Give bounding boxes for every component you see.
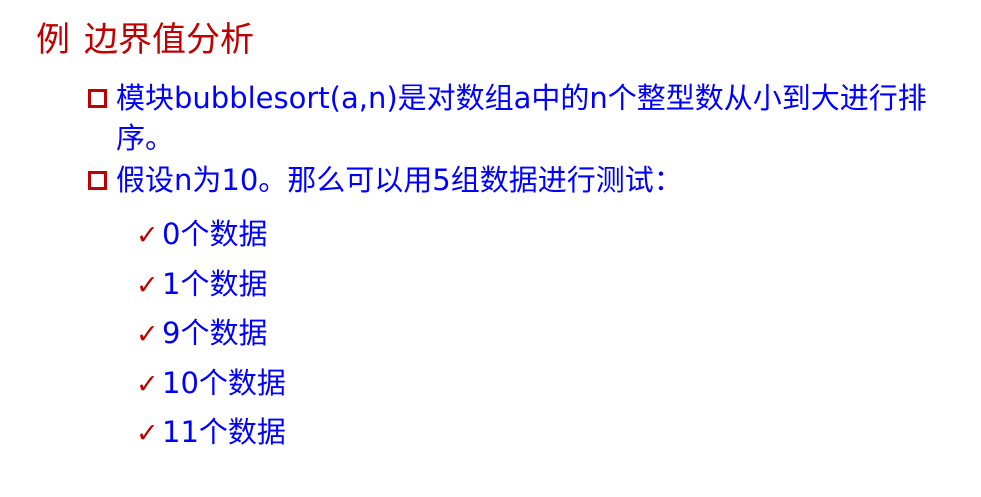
sub-bullet-text: 10个数据 xyxy=(162,365,286,400)
sub-bullet-text: 11个数据 xyxy=(162,415,286,449)
slide-title: 例边界值分析 xyxy=(36,18,254,62)
sub-bullet-text: 1个数据 xyxy=(162,266,268,301)
bullet-item: 假设n为10。那么可以用5组数据进行测试： xyxy=(86,160,966,200)
checkmark-icon: ✓ xyxy=(136,319,159,350)
title-text: 边界值分析 xyxy=(84,20,254,60)
square-outline-icon xyxy=(88,89,107,108)
sub-bullet-item: ✓ 0个数据 xyxy=(136,212,286,262)
sub-bullet-text: 9个数据 xyxy=(162,316,268,350)
sub-bullet-list: ✓ 0个数据 ✓ 1个数据 ✓ 9个数据 ✓ 10个数据 ✓ 11个数据 xyxy=(136,212,286,460)
sub-bullet-item: ✓ 9个数据 xyxy=(136,311,286,361)
bullet-list: 模块bubblesort(a,n)是对数组a中的n个整型数从小到大进行排序。 假… xyxy=(86,78,966,202)
checkmark-icon: ✓ xyxy=(136,269,159,301)
sub-bullet-text: 0个数据 xyxy=(162,217,268,251)
sub-bullet-item: ✓ 11个数据 xyxy=(136,410,286,460)
sub-bullet-item: ✓ 1个数据 xyxy=(136,262,286,312)
bullet-item: 模块bubblesort(a,n)是对数组a中的n个整型数从小到大进行排序。 xyxy=(86,78,966,158)
checkmark-icon: ✓ xyxy=(136,220,159,251)
checkmark-icon: ✓ xyxy=(136,418,159,449)
square-outline-icon xyxy=(88,171,107,190)
bullet-text: 模块bubblesort(a,n)是对数组a中的n个整型数从小到大进行排序。 xyxy=(116,81,927,155)
title-prefix: 例 xyxy=(36,20,70,60)
bullet-text: 假设n为10。那么可以用5组数据进行测试： xyxy=(116,163,683,197)
sub-bullet-item: ✓ 10个数据 xyxy=(136,361,286,411)
checkmark-icon: ✓ xyxy=(136,368,159,400)
